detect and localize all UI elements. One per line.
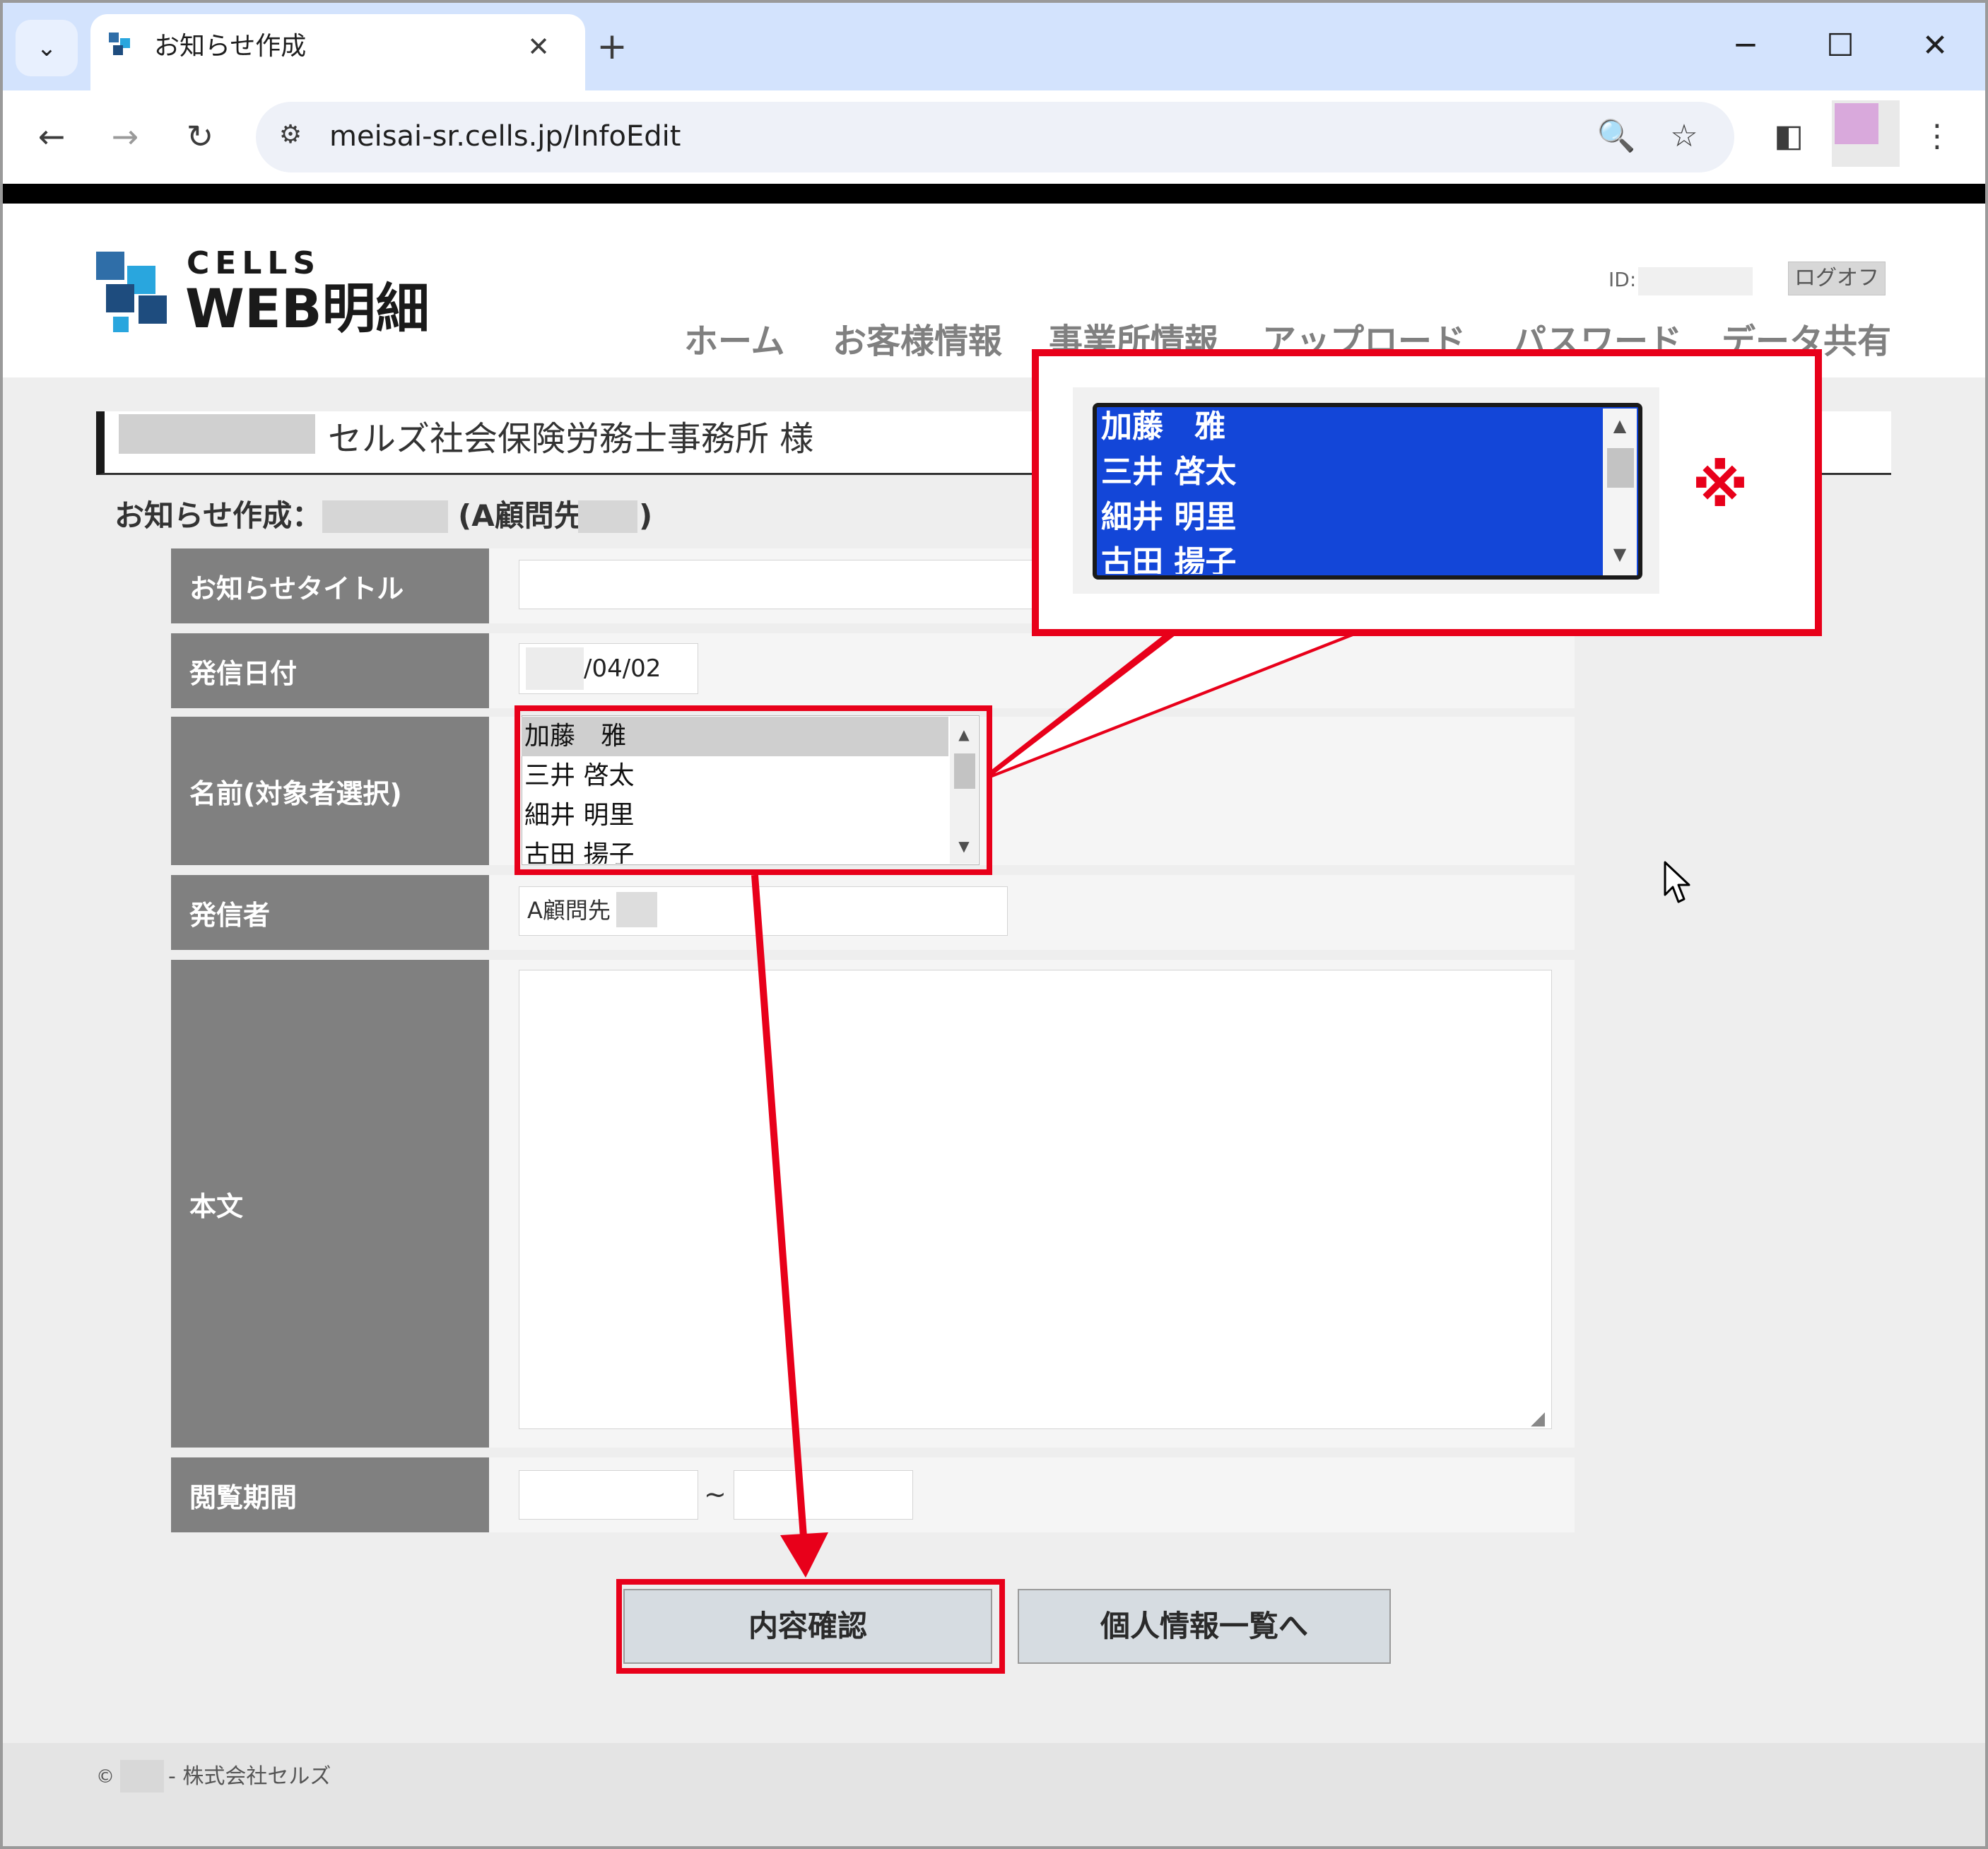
zoom-option: 古田 揚子 bbox=[1101, 544, 1237, 574]
annotation-connectors bbox=[751, 632, 1364, 1578]
note-mark: ※ bbox=[1692, 453, 1748, 520]
zoom-option: 加藤 雅 bbox=[1101, 409, 1225, 445]
zoom-option: 三井 啓太 bbox=[1101, 454, 1237, 490]
zoom-scroll-up-icon: ▲ bbox=[1613, 416, 1627, 435]
zoom-scroll-thumb bbox=[1607, 448, 1634, 488]
zoom-scroll-down-icon: ▼ bbox=[1613, 544, 1627, 564]
zoom-option: 細井 明里 bbox=[1101, 499, 1237, 535]
